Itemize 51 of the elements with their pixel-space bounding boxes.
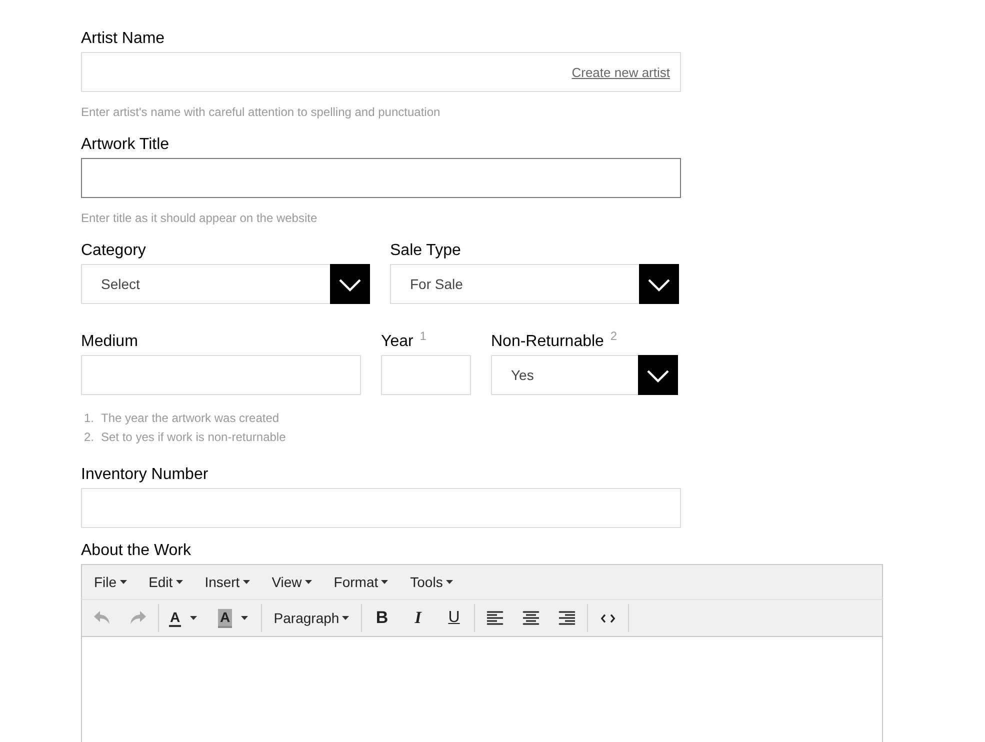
- background-color-button[interactable]: A: [213, 604, 256, 632]
- caret-icon: [241, 616, 248, 620]
- field-label: Artwork Title: [81, 135, 170, 155]
- field-label: Inventory Number: [81, 465, 210, 485]
- caret-icon: [342, 616, 350, 620]
- select-field[interactable]: For Sale: [390, 264, 679, 304]
- undo-icon: [94, 611, 110, 625]
- help-text: Enter artist's name with careful attention to spelling and punctuation: [81, 104, 442, 120]
- chevron-down-icon[interactable]: [639, 264, 679, 304]
- help-text: Enter title as it should appear on the website: [81, 210, 318, 226]
- field-label: Non-Returnable $^{2}$: [491, 332, 618, 352]
- text-field[interactable]: [81, 158, 681, 198]
- text-field[interactable]: Create new artist: [81, 52, 681, 92]
- menu-item[interactable]: Insert: [194, 568, 261, 596]
- align-center-icon: [523, 611, 539, 625]
- align-left-icon: [487, 611, 503, 625]
- menu-item[interactable]: File: [83, 568, 138, 596]
- redo-icon: [130, 611, 146, 625]
- select-field[interactable]: Yes: [491, 355, 678, 395]
- underline-button[interactable]: U: [439, 604, 469, 632]
- menu-item[interactable]: View: [260, 568, 323, 596]
- field-label: Year $^{1}$: [381, 332, 428, 352]
- chevron-down-icon[interactable]: [330, 264, 370, 304]
- field-label: Sale Type: [390, 241, 462, 261]
- field-label: About the Work: [81, 541, 192, 561]
- caret-icon: [190, 616, 198, 620]
- caret-icon: [446, 580, 453, 584]
- create-artist-link[interactable]: Create new artist: [572, 64, 670, 80]
- caret-icon: [176, 580, 183, 584]
- text-color-button[interactable]: A: [164, 604, 207, 632]
- select-field[interactable]: Select: [81, 264, 370, 304]
- block-format-dropdown[interactable]: Paragraph: [267, 604, 356, 632]
- menu-item[interactable]: Edit: [138, 568, 194, 596]
- italic-button[interactable]: I: [403, 604, 433, 632]
- field-label: Artist Name: [81, 29, 166, 49]
- menu-item[interactable]: Format: [322, 568, 400, 596]
- footnote-text: The year the artwork was created: [101, 410, 280, 427]
- code-icon: [601, 614, 615, 622]
- footnote-text: Set to yes if work is non-returnable: [101, 429, 286, 446]
- bold-button[interactable]: B: [367, 604, 397, 632]
- field-label: Medium: [81, 332, 139, 352]
- caret-icon: [120, 580, 127, 584]
- chevron-down-icon[interactable]: [638, 355, 678, 395]
- footnote-number: 1.: [83, 410, 96, 427]
- align-right-icon: [559, 611, 575, 625]
- field-label: Category: [81, 241, 147, 261]
- caret-icon: [242, 580, 250, 584]
- caret-icon: [304, 580, 312, 584]
- footnote-number: 2.: [83, 429, 96, 446]
- caret-icon: [381, 580, 388, 584]
- menu-item[interactable]: Tools: [399, 568, 464, 596]
